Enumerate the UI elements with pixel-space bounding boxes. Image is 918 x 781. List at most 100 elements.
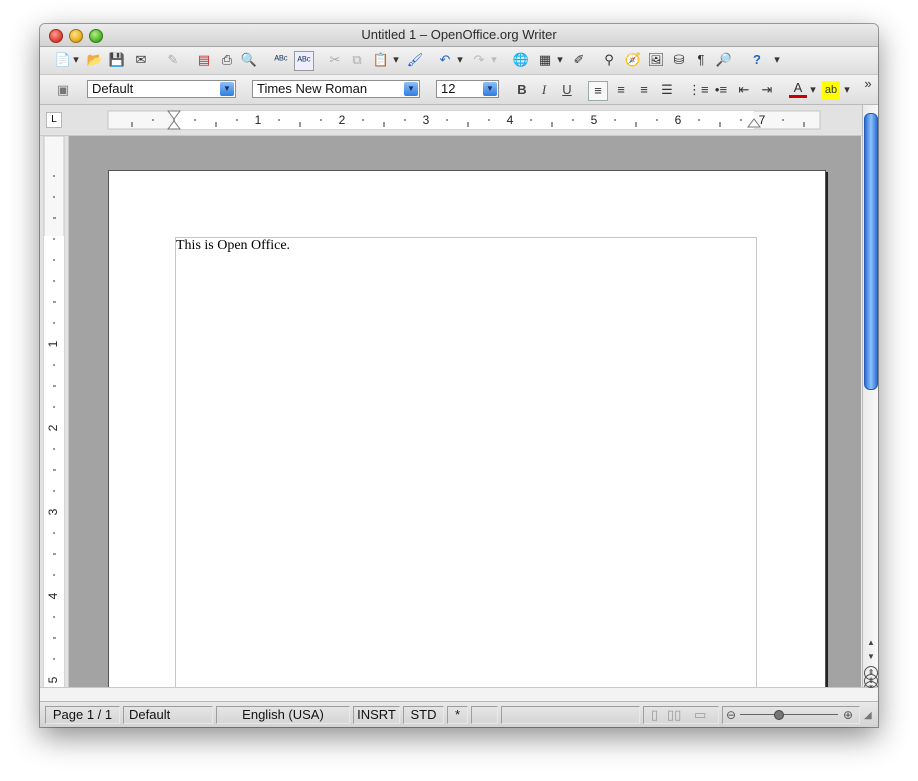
redo-icon[interactable]: ↷	[470, 51, 488, 69]
spellcheck-icon[interactable]: ᴬᴮᶜ	[272, 51, 290, 69]
autospellcheck-icon[interactable]: ᴬᴮᶜ	[294, 51, 314, 71]
modified-indicator[interactable]: *	[447, 706, 468, 724]
edit-file-icon[interactable]: ✎	[164, 51, 182, 69]
title-bar[interactable]: Untitled 1 – OpenOffice.org Writer	[40, 24, 878, 47]
single-page-view-icon[interactable]: ▯	[651, 707, 658, 723]
chevron-down-icon[interactable]: ▼	[404, 82, 418, 96]
page-indicator[interactable]: Page 1 / 1	[45, 706, 120, 724]
formatting-toolbar: ▣ Default ▼ Times New Roman ▼ 12 ▼ B I U…	[40, 75, 878, 105]
vertical-scrollbar[interactable]: ▲ ▼ ⇞ ◉	[862, 105, 878, 695]
find-replace-icon[interactable]: ⚲	[600, 51, 618, 69]
font-size-select[interactable]: 12 ▼	[436, 80, 499, 98]
ruler-number: 7	[759, 113, 766, 127]
ruler-number: 6	[675, 113, 682, 127]
styles-formatting-icon[interactable]: ▣	[54, 81, 72, 99]
multi-page-view-icon[interactable]: ▯▯	[667, 707, 681, 723]
font-size-value: 12	[441, 81, 456, 96]
zoom-icon[interactable]: 🔎	[715, 51, 733, 69]
view-layout-field: ▯ ▯▯ ▭	[643, 706, 719, 724]
font-name-value: Times New Roman	[257, 81, 368, 96]
horizontal-scroll-strip: ⇟	[40, 674, 878, 701]
page-preview-icon[interactable]: 🔍	[240, 51, 258, 69]
document-area: This is Open Office.	[69, 136, 861, 687]
selection-mode-indicator[interactable]: STD	[403, 706, 444, 724]
new-dropdown-icon[interactable]: ▾	[72, 51, 80, 69]
zoom-out-icon[interactable]: ⊖	[726, 707, 736, 723]
formatting-marks-icon[interactable]: ¶	[692, 51, 710, 69]
align-right-icon[interactable]: ≡	[635, 81, 653, 99]
copy-icon[interactable]: ⧉	[348, 51, 366, 69]
numbering-icon[interactable]: ⋮≡	[688, 81, 709, 99]
scroll-up-icon[interactable]: ▲	[864, 636, 878, 650]
increase-indent-icon[interactable]: ⇥	[758, 81, 776, 99]
chevron-down-icon[interactable]: ▼	[483, 82, 497, 96]
italic-button[interactable]: I	[535, 81, 553, 99]
paste-dropdown-icon[interactable]: ▾	[392, 51, 400, 69]
format-paintbrush-icon[interactable]: 🖌	[406, 51, 424, 69]
email-icon[interactable]: ✉	[132, 51, 150, 69]
chevron-down-icon[interactable]: ▼	[220, 82, 234, 96]
data-sources-icon[interactable]: ⛁	[670, 51, 688, 69]
book-view-icon[interactable]: ▭	[694, 707, 706, 723]
resize-grip-icon[interactable]: ◢	[864, 710, 876, 722]
toolbar-more-icon[interactable]: ▾	[772, 51, 782, 69]
horizontal-ruler[interactable]: L 1234567	[40, 105, 862, 136]
ruler-number: 2	[339, 113, 346, 127]
gallery-icon[interactable]: 🖼	[647, 51, 665, 69]
open-icon[interactable]: 📂	[86, 51, 104, 69]
undo-dropdown-icon[interactable]: ▾	[456, 51, 464, 69]
paragraph-style-value: Default	[92, 81, 134, 96]
underline-button[interactable]: U	[558, 81, 576, 99]
ruler-number: 1	[46, 340, 60, 347]
bullets-icon[interactable]: •≡	[712, 81, 730, 99]
text-boundaries[interactable]: This is Open Office.	[175, 237, 757, 687]
document-page[interactable]: This is Open Office.	[108, 170, 826, 687]
zoom-slider-handle[interactable]	[774, 710, 784, 720]
print-icon[interactable]: ⎙	[218, 51, 236, 69]
next-page-icon[interactable]: ⇟	[864, 674, 878, 688]
ruler-number: 3	[46, 508, 60, 515]
standard-toolbar: 📄 ▾ 📂 💾 ✉ ✎ ▤ ⎙ 🔍 ᴬᴮᶜ ᴬᴮᶜ ✂ ⧉ 📋 ▾ 🖌 ↶ ▾ …	[40, 47, 878, 75]
export-pdf-icon[interactable]: ▤	[195, 51, 213, 69]
redo-dropdown-icon[interactable]: ▾	[490, 51, 498, 69]
insert-mode-indicator[interactable]: INSRT	[353, 706, 400, 724]
align-left-icon[interactable]: ≡	[588, 81, 608, 101]
zoom-in-icon[interactable]: ⊕	[843, 707, 853, 723]
hyperlink-icon[interactable]: 🌐	[512, 51, 530, 69]
document-text[interactable]: This is Open Office.	[176, 238, 290, 254]
horizontal-ruler-scale: 1 2 3 4 5 6 7	[107, 110, 821, 130]
save-icon[interactable]: 💾	[108, 51, 126, 69]
scrollbar-thumb[interactable]	[864, 113, 878, 390]
new-icon[interactable]: 📄	[54, 51, 72, 69]
help-icon[interactable]: ?	[748, 51, 766, 69]
zoom-slider-field[interactable]: ⊖ ⊕	[722, 706, 860, 724]
font-color-dropdown-icon[interactable]: ▾	[809, 81, 817, 99]
bold-button[interactable]: B	[513, 81, 531, 99]
ruler-number: 1	[255, 113, 262, 127]
draw-functions-icon[interactable]: ✐	[570, 51, 588, 69]
font-color-icon[interactable]: A	[789, 81, 807, 98]
highlight-icon[interactable]: ab	[822, 81, 840, 99]
undo-icon[interactable]: ↶	[436, 51, 454, 69]
paragraph-style-select[interactable]: Default ▼	[87, 80, 236, 98]
decrease-indent-icon[interactable]: ⇤	[735, 81, 753, 99]
highlight-dropdown-icon[interactable]: ▾	[843, 81, 851, 99]
digital-signature-field[interactable]	[471, 706, 498, 724]
language-indicator[interactable]: English (USA)	[216, 706, 350, 724]
table-dropdown-icon[interactable]: ▾	[556, 51, 564, 69]
zoom-slider-track[interactable]	[740, 714, 838, 715]
scroll-down-icon[interactable]: ▼	[864, 650, 878, 664]
vertical-ruler-scale: 1 2 3 4 5	[43, 136, 65, 687]
toolbar-overflow-icon[interactable]: »	[861, 75, 875, 93]
paste-icon[interactable]: 📋	[372, 51, 390, 69]
vertical-ruler[interactable]: 1 2 3 4 5	[40, 136, 69, 687]
justify-icon[interactable]: ☰	[658, 81, 676, 99]
align-center-icon[interactable]: ≡	[612, 81, 630, 99]
page-style-indicator[interactable]: Default	[123, 706, 213, 724]
navigator-icon[interactable]: 🧭	[624, 51, 642, 69]
cut-icon[interactable]: ✂	[326, 51, 344, 69]
status-bar: Page 1 / 1 Default English (USA) INSRT S…	[40, 701, 878, 727]
object-info-field	[501, 706, 640, 724]
table-icon[interactable]: ▦	[536, 51, 554, 69]
font-name-select[interactable]: Times New Roman ▼	[252, 80, 420, 98]
